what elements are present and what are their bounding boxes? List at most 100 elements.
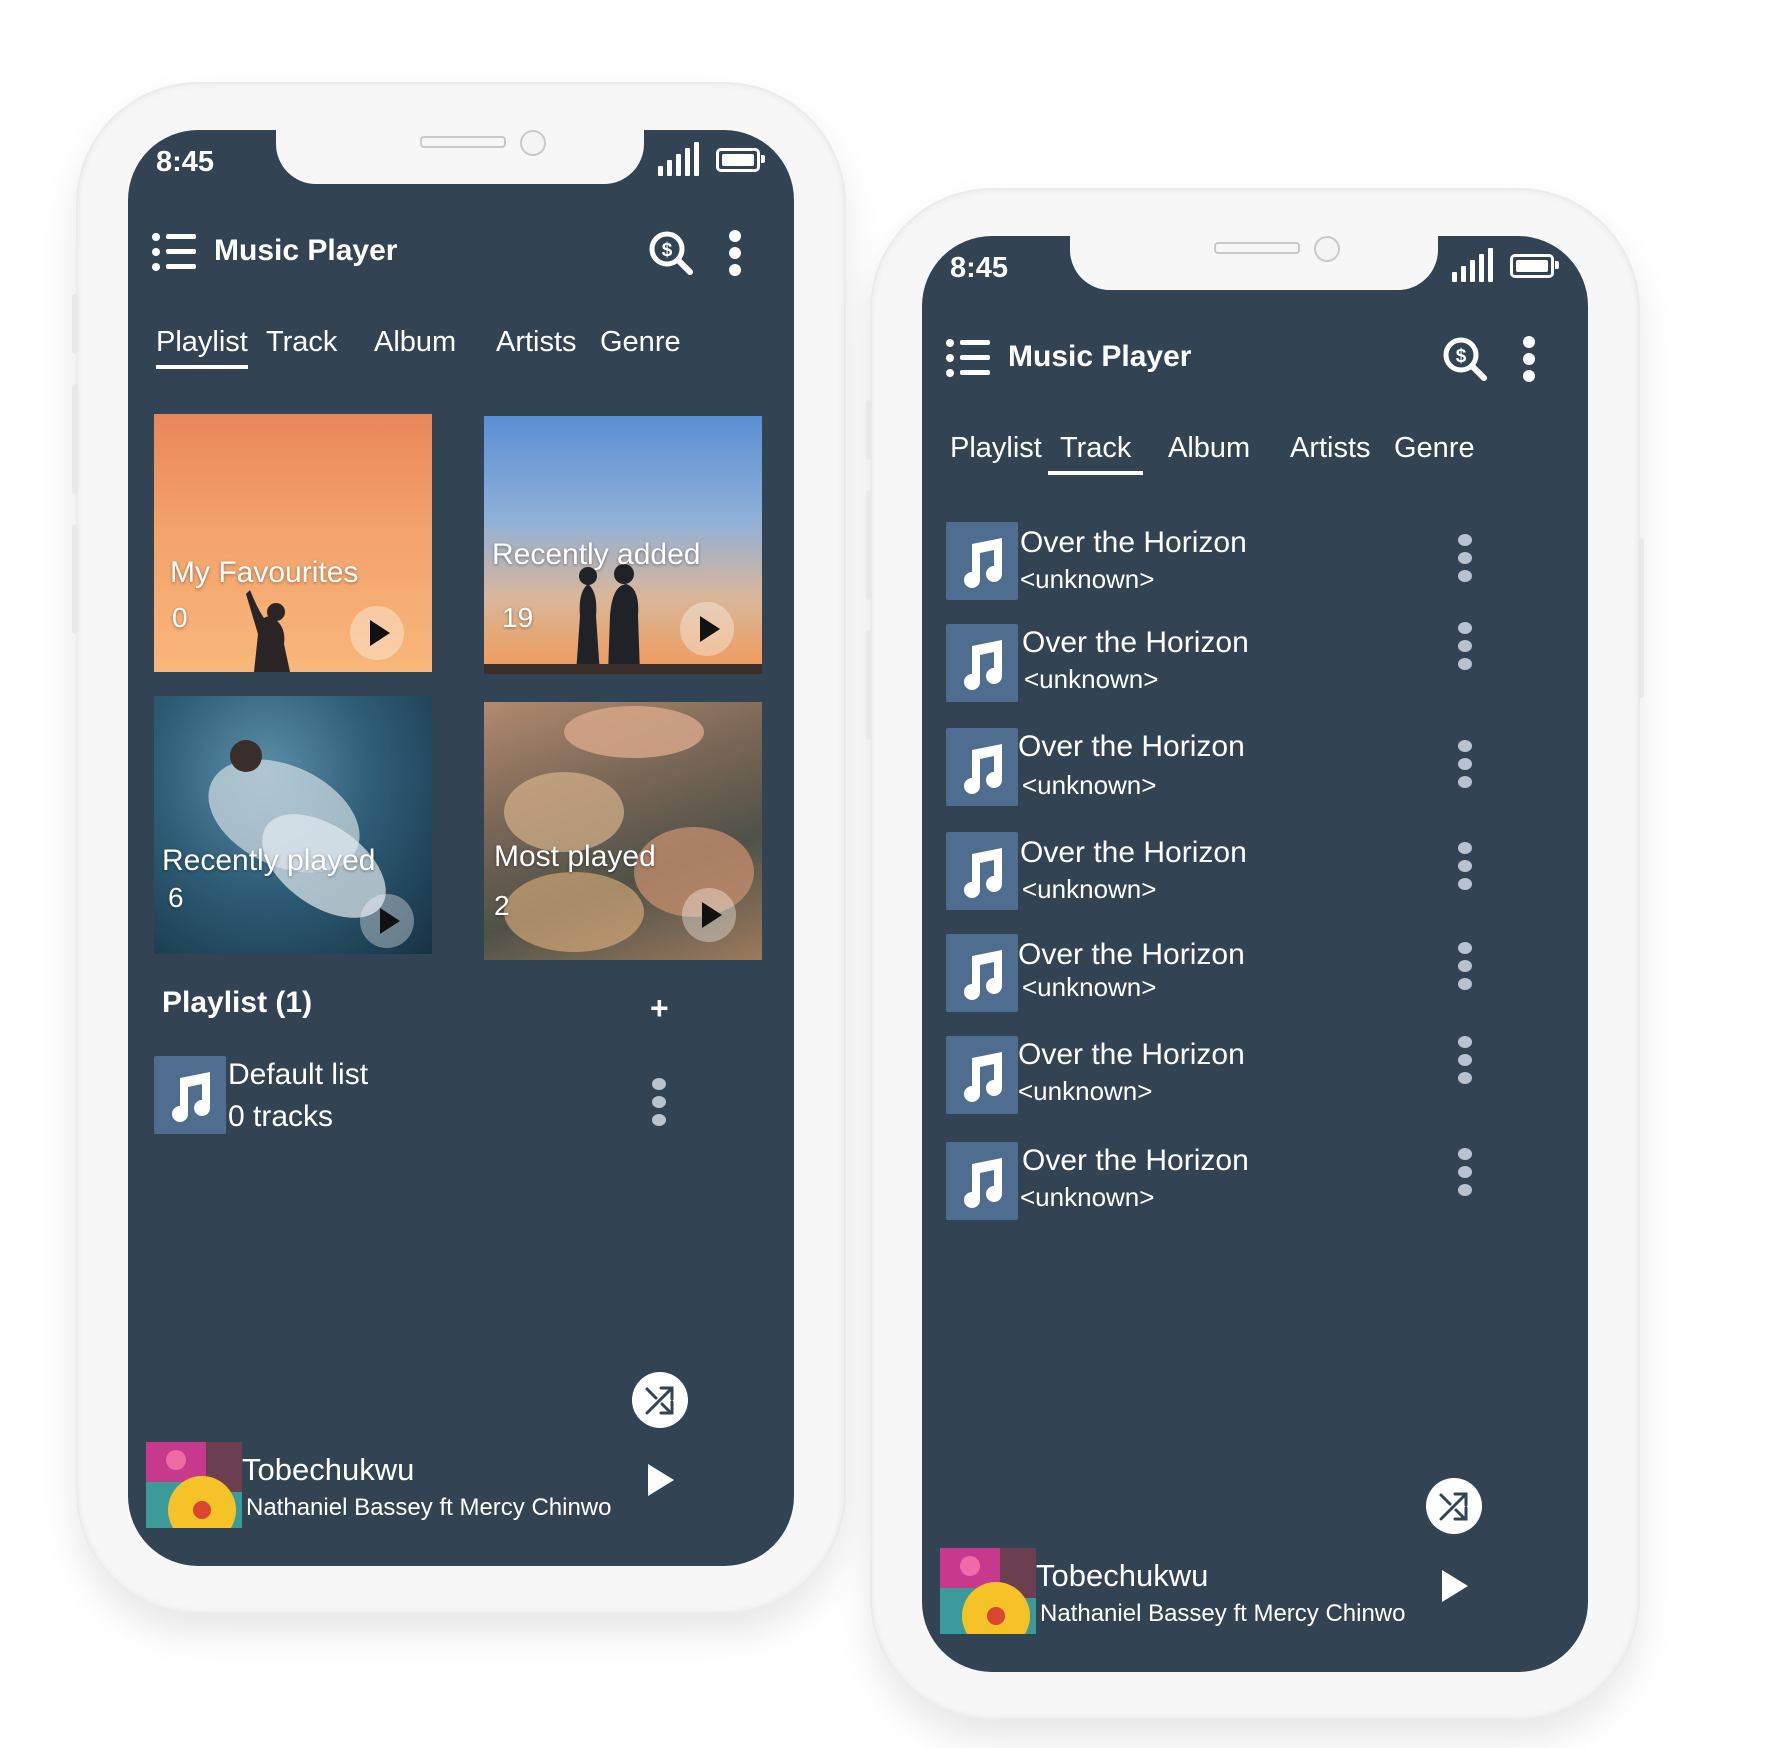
tile-count: 0 xyxy=(172,602,188,633)
more-vertical-icon[interactable] xyxy=(1458,842,1472,890)
play-icon[interactable] xyxy=(682,888,736,942)
now-playing-title[interactable]: Tobechukwu xyxy=(242,1452,414,1488)
search-icon[interactable]: $ xyxy=(648,230,694,276)
more-vertical-icon[interactable] xyxy=(1458,1148,1472,1196)
menu-icon[interactable] xyxy=(946,338,990,378)
camera xyxy=(1314,236,1340,262)
track-artist: <unknown> xyxy=(1024,664,1159,694)
track-title: Over the Horizon xyxy=(1018,730,1245,763)
add-playlist-button[interactable]: + xyxy=(650,990,669,1027)
app-title: Music Player xyxy=(214,234,398,267)
more-vertical-icon[interactable] xyxy=(1458,622,1472,670)
playlist-tile-recently-added[interactable]: Recently added 19 xyxy=(484,416,762,674)
more-vertical-icon[interactable] xyxy=(728,230,742,276)
music-note-icon xyxy=(946,934,1018,1012)
battery-icon xyxy=(716,148,765,172)
tab-genre[interactable]: Genre xyxy=(1394,432,1475,471)
track-title: Over the Horizon xyxy=(1020,836,1247,869)
speaker xyxy=(420,136,506,148)
shuffle-button[interactable] xyxy=(632,1372,688,1428)
svg-text:$: $ xyxy=(1456,346,1467,367)
play-button[interactable] xyxy=(1442,1570,1468,1602)
tab-playlist[interactable]: Playlist xyxy=(950,432,1042,471)
tile-count: 19 xyxy=(502,602,534,633)
side-button xyxy=(866,400,872,460)
more-vertical-icon[interactable] xyxy=(1458,534,1472,582)
side-button xyxy=(72,524,78,634)
music-note-icon xyxy=(946,728,1018,806)
play-icon[interactable] xyxy=(360,894,414,948)
svg-text:$: $ xyxy=(662,240,673,261)
tab-playlist[interactable]: Playlist xyxy=(156,326,248,369)
track-artist: <unknown> xyxy=(1022,874,1157,904)
shuffle-icon xyxy=(645,1386,674,1415)
track-artist: <unknown> xyxy=(1018,1076,1153,1106)
track-title: Over the Horizon xyxy=(1018,1038,1245,1071)
more-vertical-icon[interactable] xyxy=(652,1078,666,1126)
speaker xyxy=(1214,242,1300,254)
music-note-icon xyxy=(946,1142,1018,1220)
music-note-icon xyxy=(946,624,1018,702)
app-bar: Music Player $ xyxy=(922,328,1588,388)
menu-icon[interactable] xyxy=(152,232,196,272)
side-button xyxy=(866,630,872,740)
side-button xyxy=(72,384,78,494)
status-time: 8:45 xyxy=(156,146,215,178)
more-vertical-icon[interactable] xyxy=(1458,1036,1472,1084)
tab-genre[interactable]: Genre xyxy=(600,326,681,365)
tile-count: 6 xyxy=(168,882,184,913)
track-artist: <unknown> xyxy=(1022,972,1157,1002)
music-note-icon xyxy=(946,522,1018,600)
tab-album[interactable]: Album xyxy=(374,326,456,365)
tab-bar: Playlist Track Album Artists Genre xyxy=(922,432,1588,482)
search-icon[interactable]: $ xyxy=(1442,336,1488,382)
tile-label: My Favourites xyxy=(170,556,359,589)
status-time: 8:45 xyxy=(950,252,1009,284)
track-artist: <unknown> xyxy=(1022,770,1157,800)
track-artist: <unknown> xyxy=(1020,1182,1155,1212)
tab-bar: Playlist Track Album Artists Genre xyxy=(128,326,794,376)
now-playing-title[interactable]: Tobechukwu xyxy=(1036,1558,1208,1594)
tab-album[interactable]: Album xyxy=(1168,432,1250,471)
play-button[interactable] xyxy=(648,1464,674,1496)
tile-count: 2 xyxy=(494,890,510,921)
side-button xyxy=(1638,538,1644,698)
play-icon[interactable] xyxy=(350,606,404,660)
tab-artists[interactable]: Artists xyxy=(1290,432,1371,471)
side-button xyxy=(72,294,78,354)
playlist-title[interactable]: Default list xyxy=(228,1058,368,1092)
track-title: Over the Horizon xyxy=(1020,526,1247,559)
track-title: Over the Horizon xyxy=(1022,1144,1249,1177)
track-title: Over the Horizon xyxy=(1022,626,1249,659)
shuffle-button[interactable] xyxy=(1426,1478,1482,1534)
playlist-tile-most-played[interactable]: Most played 2 xyxy=(484,702,762,960)
battery-icon xyxy=(1510,254,1559,278)
playlist-section-title: Playlist (1) xyxy=(162,986,313,1019)
playlist-subtitle: 0 tracks xyxy=(228,1100,334,1133)
app-bar: Music Player $ xyxy=(128,222,794,282)
camera xyxy=(520,130,546,156)
album-art xyxy=(146,1442,242,1528)
tile-label: Recently played xyxy=(162,844,376,877)
more-vertical-icon[interactable] xyxy=(1458,942,1472,990)
shuffle-icon xyxy=(1439,1492,1468,1521)
phone-right: 8:45 Music Player $ Playlist Track Album… xyxy=(866,190,1644,1718)
playlist-tile-recently-played[interactable]: Recently played 6 xyxy=(154,696,432,954)
signal-icon xyxy=(658,140,699,176)
play-icon[interactable] xyxy=(680,602,734,656)
tile-label: Most played xyxy=(494,840,656,873)
playlist-tile-favourites[interactable]: My Favourites 0 xyxy=(154,414,432,672)
more-vertical-icon[interactable] xyxy=(1522,336,1536,382)
tab-track[interactable]: Track xyxy=(1048,432,1144,475)
music-note-icon xyxy=(946,1036,1018,1114)
music-note-icon xyxy=(946,832,1018,910)
signal-icon xyxy=(1452,246,1493,282)
now-playing-artist: Nathaniel Bassey ft Mercy Chinwo xyxy=(246,1494,612,1521)
album-art xyxy=(940,1548,1036,1634)
tab-artists[interactable]: Artists xyxy=(496,326,577,365)
phone-left: 8:45 Music Player $ Playlist Track Album… xyxy=(72,84,844,1612)
tab-track[interactable]: Track xyxy=(266,326,337,365)
side-button xyxy=(866,490,872,600)
more-vertical-icon[interactable] xyxy=(1458,740,1472,788)
track-artist: <unknown> xyxy=(1020,564,1155,594)
